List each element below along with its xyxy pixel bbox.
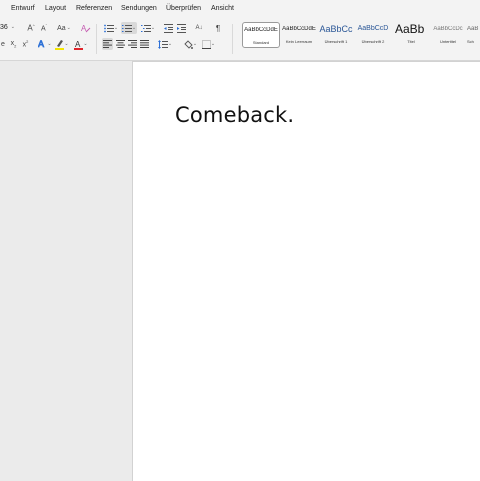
- style-preview: AaBbCcDdE: [244, 27, 278, 33]
- menu-sendungen[interactable]: Sendungen: [121, 5, 157, 12]
- menu-ueberpruefen[interactable]: Überprüfen: [166, 5, 201, 12]
- align-left-icon: [103, 40, 112, 48]
- line-spacing-icon: [157, 39, 168, 49]
- justify-icon: [140, 40, 149, 48]
- style-name: Überschrift 2: [361, 39, 385, 44]
- change-case-button[interactable]: Aa ⌄: [56, 22, 72, 34]
- chevron-down-icon: ⌄: [210, 41, 216, 47]
- document-text[interactable]: Comeback.: [175, 103, 294, 127]
- style-kein-leerraum[interactable]: AaBbCcDdE Kein Leerraum: [280, 22, 318, 48]
- style-name: Titel: [407, 39, 415, 44]
- menu-bar: Entwurf Layout Referenzen Sendungen Über…: [0, 0, 480, 20]
- align-left-button[interactable]: [102, 38, 113, 50]
- increase-indent-button[interactable]: [176, 22, 186, 34]
- sort-icon: A↓: [195, 25, 203, 31]
- document-page[interactable]: Comeback.: [132, 61, 480, 481]
- superscript-button[interactable]: x2: [21, 38, 30, 50]
- svg-text:A: A: [38, 39, 44, 49]
- change-case-label: Aa: [57, 24, 66, 32]
- style-preview: AaBbCc: [319, 24, 353, 34]
- numbered-list-button[interactable]: ⌄: [121, 22, 137, 34]
- justify-button[interactable]: [139, 38, 150, 50]
- shrink-font-button[interactable]: Aˇ: [39, 22, 49, 34]
- menu-entwurf[interactable]: Entwurf: [11, 5, 35, 12]
- borders-icon: [201, 39, 211, 49]
- strikethrough-button[interactable]: e: [0, 38, 6, 50]
- chevron-down-icon: ⌄: [192, 41, 198, 47]
- chevron-down-icon: ⌄: [47, 41, 52, 47]
- bullet-list-icon: [103, 24, 114, 32]
- style-preview: AaBbCcDc: [433, 26, 463, 32]
- borders-button[interactable]: ⌄: [201, 38, 216, 50]
- font-size-field[interactable]: 36 ⌄: [0, 22, 20, 32]
- font-color-icon: A: [74, 40, 84, 50]
- style-untertitel[interactable]: AaBbCcDc Untertitel: [429, 22, 467, 48]
- text-effects-button[interactable]: A ⌄: [38, 38, 52, 50]
- align-center-icon: [116, 40, 125, 48]
- style-name: Kein Leerraum: [285, 39, 313, 44]
- style-preview: AaBbCcD: [357, 25, 389, 32]
- show-formatting-button[interactable]: ¶: [213, 22, 223, 34]
- menu-referenzen[interactable]: Referenzen: [76, 5, 112, 12]
- chevron-down-icon: ⌄: [167, 41, 173, 47]
- menu-ansicht[interactable]: Ansicht: [211, 5, 234, 12]
- chevron-down-icon: ⌄: [83, 41, 88, 47]
- decrease-indent-button[interactable]: [163, 22, 173, 34]
- style-preview: AaB: [467, 26, 479, 32]
- style-name: Untertitel: [439, 39, 456, 44]
- multilevel-list-button[interactable]: ⌄: [140, 22, 156, 34]
- chevron-down-icon: ⌄: [66, 25, 71, 31]
- style-preview: AaBbCcDdE: [282, 26, 316, 32]
- chevron-down-icon: ⌄: [150, 25, 156, 31]
- text-effects-icon: A: [38, 39, 44, 49]
- style-titel[interactable]: AaBb Titel: [392, 22, 430, 48]
- decrease-indent-icon: [163, 23, 173, 33]
- bullet-list-button[interactable]: ⌄: [103, 22, 119, 34]
- align-right-button[interactable]: [127, 38, 138, 50]
- style-ueberschrift-1[interactable]: AaBbCc Überschrift 1: [317, 22, 355, 48]
- chevron-down-icon: ⌄: [131, 25, 137, 31]
- separator: [96, 24, 97, 54]
- separator: [232, 24, 233, 54]
- clear-formatting-button[interactable]: A: [80, 22, 92, 34]
- menu-layout[interactable]: Layout: [45, 5, 66, 12]
- chevron-down-icon: ⌄: [10, 24, 15, 30]
- style-sch[interactable]: AaB Sch: [465, 22, 480, 48]
- subscript-button[interactable]: x2: [9, 38, 18, 50]
- shading-button[interactable]: ⌄: [183, 38, 198, 50]
- style-standard[interactable]: AaBbCcDdE Standard: [242, 22, 280, 48]
- paragraph-mark-icon: ¶: [215, 23, 221, 33]
- font-size-value: 36: [0, 23, 8, 31]
- multilevel-list-icon: [140, 24, 151, 32]
- style-name: Standard: [252, 40, 270, 45]
- style-name: Überschrift 1: [324, 39, 348, 44]
- font-color-button[interactable]: A ⌄: [73, 38, 89, 50]
- svg-text:A: A: [75, 40, 81, 49]
- style-name: Sch: [467, 39, 474, 44]
- line-spacing-button[interactable]: ⌄: [157, 38, 173, 50]
- grow-font-button[interactable]: A^: [26, 22, 36, 34]
- highlighter-icon: [55, 39, 65, 50]
- styles-gallery: AaBbCcDdE Standard AaBbCcDdE Kein Leerra…: [236, 22, 480, 50]
- clear-formatting-icon: A: [81, 24, 91, 33]
- style-preview: AaBb: [395, 22, 425, 36]
- sort-button[interactable]: A↓: [194, 22, 204, 34]
- paint-bucket-icon: [184, 39, 193, 49]
- style-ueberschrift-2[interactable]: AaBbCcD Überschrift 2: [354, 22, 392, 48]
- align-right-icon: [128, 40, 137, 48]
- increase-indent-icon: [176, 23, 186, 33]
- chevron-down-icon: ⌄: [113, 25, 119, 31]
- numbered-list-icon: [121, 24, 132, 32]
- chevron-down-icon: ⌄: [64, 41, 69, 47]
- highlight-button[interactable]: ⌄: [55, 38, 69, 50]
- align-center-button[interactable]: [115, 38, 126, 50]
